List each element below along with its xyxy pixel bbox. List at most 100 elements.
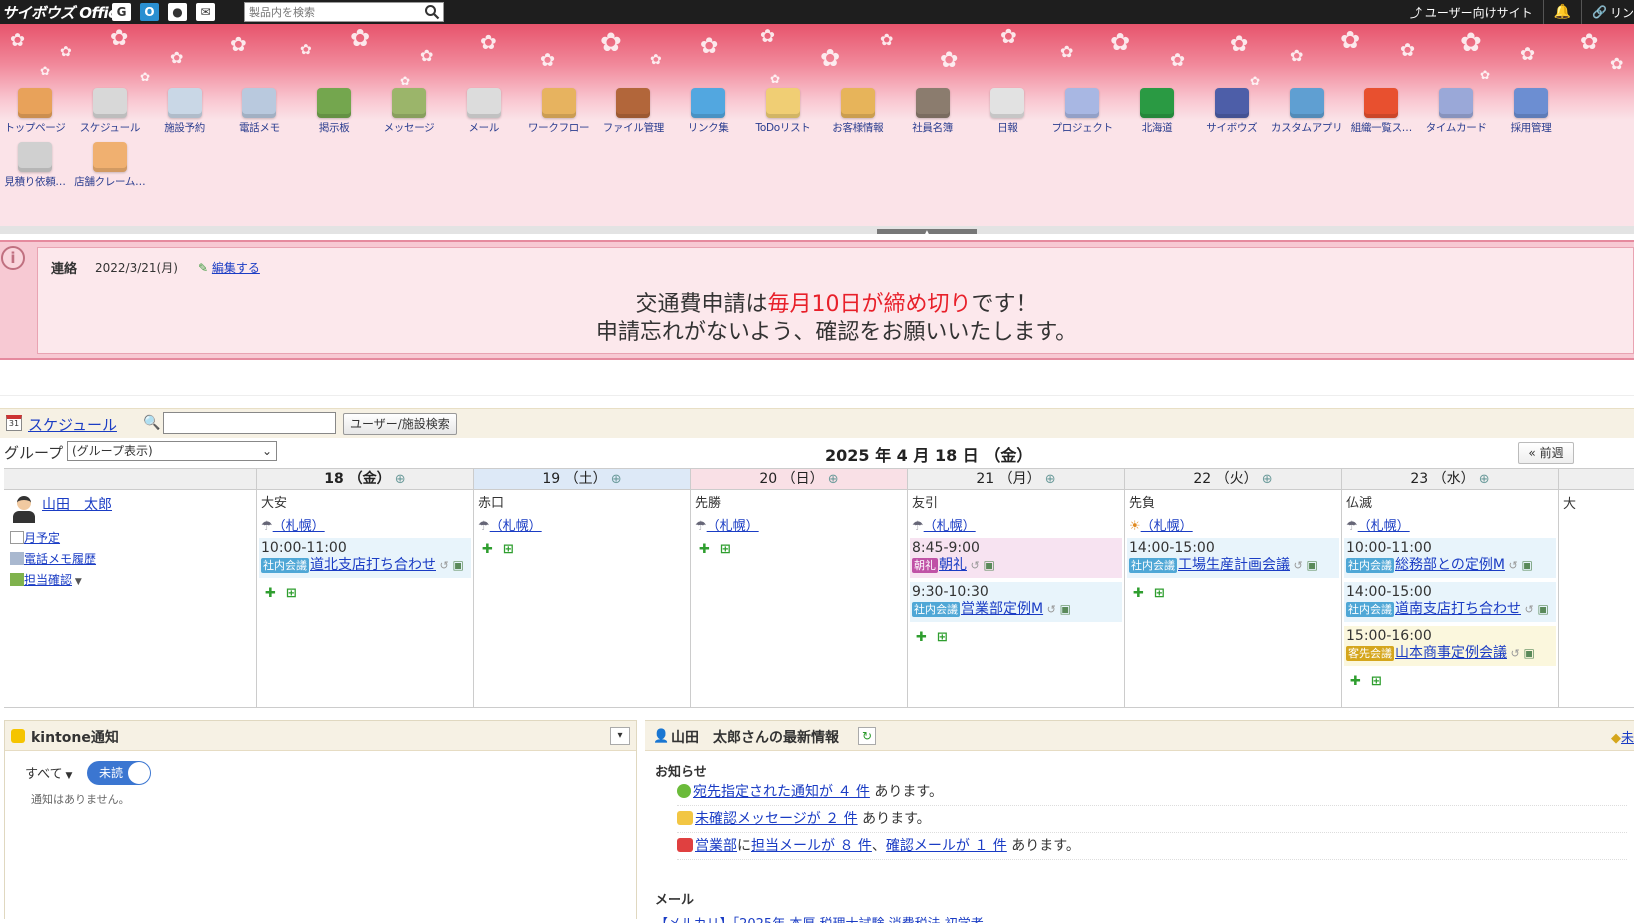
add-event-icon[interactable]: ✚ <box>916 630 927 645</box>
cybozu-office-logo[interactable]: サイボウズ Office <box>2 2 127 23</box>
day-header[interactable]: 19 （土） ⊕ <box>474 469 691 490</box>
app-cybozu-mascot[interactable]: サイボウズ <box>1192 84 1272 140</box>
day-cell[interactable]: 仏滅 ☂（札幌） 10:00-11:00 社内会議 総務部との定例M ↺ ▣ 14:00-… <box>1342 490 1559 708</box>
add-event-icon[interactable]: ✚ <box>699 542 710 557</box>
app-mail[interactable]: メール <box>444 84 524 140</box>
app-store-claim[interactable]: 店舗クレーム… <box>70 138 150 194</box>
app-project[interactable]: プロジェクト <box>1042 84 1122 140</box>
sales-dept-link[interactable]: 営業部 <box>695 838 737 854</box>
chat-icon[interactable]: ● <box>168 3 187 21</box>
collapse-header-button[interactable]: ▲ <box>877 229 977 234</box>
add-schedule-icon[interactable]: ⊕ <box>1041 472 1056 487</box>
product-search-input[interactable] <box>245 3 421 21</box>
google-icon[interactable]: G <box>112 3 131 21</box>
notification-count-link[interactable]: 宛先指定された通知が ４ 件 <box>693 784 870 800</box>
weather-location[interactable]: ☀（札幌） <box>1129 515 1341 534</box>
location-link[interactable]: （札幌） <box>273 519 325 534</box>
day-header[interactable]: 20 （日） ⊕ <box>691 469 908 490</box>
location-link[interactable]: （札幌） <box>1141 519 1193 534</box>
schedule-event[interactable]: 8:45-9:00 朝礼 朝礼 ↺ ▣ <box>910 538 1122 578</box>
location-link[interactable]: （札幌） <box>1358 519 1410 534</box>
day-cell[interactable]: 友引 ☂（札幌） 8:45-9:00 朝礼 朝礼 ↺ ▣ 9:30-10:30 社内会議 営業… <box>908 490 1125 708</box>
add-event-icon[interactable]: ✚ <box>1133 586 1144 601</box>
app-workflow[interactable]: ワークフロー <box>519 84 599 140</box>
location-link[interactable]: （札幌） <box>924 519 976 534</box>
day-header[interactable]: 23 （水） ⊕ <box>1342 469 1559 490</box>
add-event-icon[interactable]: ✚ <box>482 542 493 557</box>
app-roster[interactable]: 社員名簿 <box>893 84 973 140</box>
unread-link-label[interactable]: 未 <box>1621 731 1634 746</box>
add-schedule-icon[interactable]: ⊕ <box>391 472 406 487</box>
schedule-event[interactable]: 15:00-16:00 客先会議 山本商事定例会議 ↺ ▣ <box>1344 626 1556 666</box>
add-event-icon[interactable]: ✚ <box>265 586 276 601</box>
schedule-event[interactable]: 10:00-11:00 社内会議 道北支店打ち合わせ ↺ ▣ <box>259 538 471 578</box>
edit-event-icon[interactable]: ▣ <box>1534 602 1549 616</box>
day-cell[interactable]: 先負 ☀（札幌） 14:00-15:00 社内会議 工場生産計画会議 ↺ ▣ ✚ ⊞ <box>1125 490 1342 708</box>
add-quick-event-icon[interactable]: ⊞ <box>720 542 731 557</box>
assignment-check-link[interactable]: 担当確認 ▼ <box>10 570 96 593</box>
app-file[interactable]: ファイル管理 <box>593 84 673 140</box>
app-customer[interactable]: お客様情報 <box>818 84 898 140</box>
unread-message-link[interactable]: 未確認メッセージが ２ 件 <box>695 811 858 827</box>
mail-list-item[interactable]: 【メルカリ】「2025年 本厚 税理士試験 消費税法 初学者 <box>655 913 1625 923</box>
add-schedule-icon[interactable]: ⊕ <box>607 472 622 487</box>
app-custom-app[interactable]: カスタムアプリ <box>1267 84 1347 140</box>
edit-event-icon[interactable]: ▣ <box>1520 646 1535 660</box>
search-icon[interactable] <box>424 4 440 20</box>
latest-info-unread-link[interactable]: ◆未 <box>1611 727 1634 746</box>
app-hokkaido[interactable]: 北海道 <box>1117 84 1197 140</box>
schedule-event[interactable]: 10:00-11:00 社内会議 総務部との定例M ↺ ▣ <box>1344 538 1556 578</box>
app-phone-memo[interactable]: 電話メモ <box>219 84 299 140</box>
product-search[interactable] <box>244 2 444 22</box>
app-link-globe[interactable]: リンク集 <box>668 84 748 140</box>
bell-icon[interactable]: 🔔 <box>1554 4 1571 20</box>
edit-event-icon[interactable]: ▣ <box>1303 558 1318 572</box>
day-header[interactable]: 21 （月） ⊕ <box>908 469 1125 490</box>
outlook-icon[interactable]: O <box>140 3 159 21</box>
app-daily-report[interactable]: 日報 <box>967 84 1047 140</box>
event-title-link[interactable]: 道北支店打ち合わせ <box>310 557 436 573</box>
confirm-mail-link[interactable]: 確認メールが １ 件 <box>886 838 1007 854</box>
event-title-link[interactable]: 朝礼 <box>939 557 967 573</box>
event-title-link[interactable]: 営業部定例M <box>961 601 1043 617</box>
schedule-search-input[interactable] <box>163 412 336 434</box>
schedule-event[interactable]: 14:00-15:00 社内会議 工場生産計画会議 ↺ ▣ <box>1127 538 1339 578</box>
user-site-link[interactable]: ユーザー向けサイト <box>1425 4 1533 21</box>
monthly-schedule-link[interactable]: 月予定 <box>10 528 96 549</box>
mail-icon[interactable]: ✉ <box>196 3 215 21</box>
app-estimate[interactable]: 見積り依頼… <box>0 138 75 194</box>
user-name-link[interactable]: 山田 太郎 <box>42 494 112 514</box>
event-title-link[interactable]: 総務部との定例M <box>1395 557 1505 573</box>
location-link[interactable]: （札幌） <box>490 519 542 534</box>
add-event-icon[interactable]: ✚ <box>1350 674 1361 689</box>
app-facility[interactable]: 施設予約 <box>145 84 225 140</box>
edit-event-icon[interactable]: ▣ <box>449 558 464 572</box>
add-schedule-icon[interactable]: ⊕ <box>824 472 839 487</box>
event-title-link[interactable]: 道南支店打ち合わせ <box>1395 601 1521 617</box>
kintone-menu-button[interactable]: ▾ <box>610 727 630 745</box>
app-bulb[interactable]: 組織一覧ス… <box>1341 84 1421 140</box>
weather-location[interactable]: ☂（札幌） <box>1346 515 1558 534</box>
add-quick-event-icon[interactable]: ⊞ <box>937 630 948 645</box>
add-quick-event-icon[interactable]: ⊞ <box>1371 674 1382 689</box>
edit-event-icon[interactable]: ▣ <box>1056 602 1071 616</box>
group-select[interactable]: (グループ表示) ⌄ <box>67 441 277 461</box>
location-link[interactable]: （札幌） <box>707 519 759 534</box>
app-home[interactable]: トップページ <box>0 84 75 140</box>
day-cell[interactable]: 先勝 ☂（札幌） ✚ ⊞ <box>691 490 908 708</box>
add-schedule-icon[interactable]: ⊕ <box>1475 472 1490 487</box>
prev-week-button[interactable]: « 前週 <box>1518 442 1574 464</box>
link-menu[interactable]: リン <box>1610 4 1634 21</box>
refresh-icon[interactable]: ↻ <box>858 727 876 745</box>
app-todo[interactable]: ToDoリスト <box>743 84 823 140</box>
app-calendar[interactable]: スケジュール <box>70 84 150 140</box>
app-message[interactable]: メッセージ <box>369 84 449 140</box>
day-header[interactable]: 22 （火） ⊕ <box>1125 469 1342 490</box>
user-facility-search-button[interactable]: ユーザー/施設検索 <box>343 413 457 435</box>
add-quick-event-icon[interactable]: ⊞ <box>286 586 297 601</box>
app-recruit[interactable]: 採用管理 <box>1491 84 1571 140</box>
unread-toggle[interactable]: 未読 <box>87 761 151 785</box>
add-quick-event-icon[interactable]: ⊞ <box>1154 586 1165 601</box>
app-timecard[interactable]: タイムカード <box>1416 84 1496 140</box>
caret-down-icon[interactable]: ▼ <box>72 577 82 587</box>
